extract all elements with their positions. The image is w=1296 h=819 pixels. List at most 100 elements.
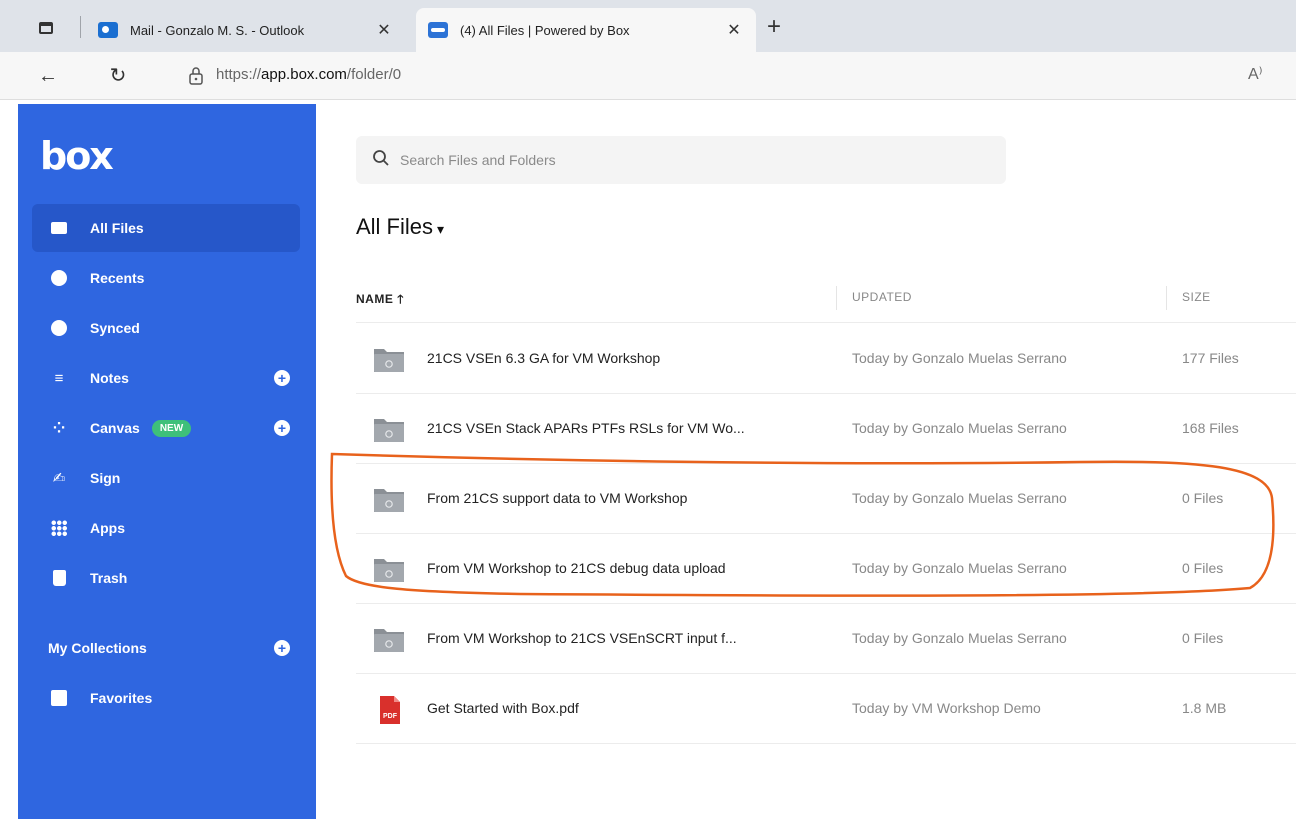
file-size: 0 Files (1182, 560, 1224, 576)
sort-up-arrow-icon: 🡑 (397, 292, 404, 306)
file-name[interactable]: Get Started with Box.pdf (427, 700, 579, 716)
sidebar-item-label: Recents (90, 270, 145, 286)
add-canvas-icon[interactable]: + (274, 420, 290, 436)
sidebar-item-label: All Files (90, 220, 144, 236)
chevron-down-icon: ▾ (437, 221, 445, 237)
sidebar-item-all-files[interactable]: All Files (32, 204, 300, 252)
lock-icon[interactable] (188, 66, 204, 86)
tab-box[interactable]: (4) All Files | Powered by Box ✕ (416, 8, 756, 52)
file-size: 0 Files (1182, 630, 1224, 646)
url-field[interactable]: https://app.box.com/folder/0 (216, 66, 401, 83)
table-row[interactable]: 21CS VSEn 6.3 GA for VM Workshop Today by… (356, 324, 1296, 394)
file-size: 0 Files (1182, 490, 1224, 506)
my-collections-header[interactable]: My Collections + (32, 624, 300, 672)
sidebar-item-favorites[interactable]: Favorites (32, 674, 300, 722)
sidebar-item-label: Synced (90, 320, 140, 336)
column-header-size[interactable]: SIZE (1182, 290, 1211, 304)
file-name[interactable]: 21CS VSEn Stack APARs PTFs RSLs for VM W… (427, 420, 745, 436)
file-updated: Today by Gonzalo Muelas Serrano (852, 560, 1067, 576)
url-domain: app.box.com (261, 66, 347, 83)
new-tab-button[interactable]: + (760, 14, 788, 42)
favorites-icon (50, 689, 68, 707)
back-icon[interactable]: ← (34, 62, 62, 90)
shared-folder-icon (374, 629, 404, 652)
sidebar-item-canvas[interactable]: ⁘ Canvas NEW + (32, 404, 300, 452)
check-circle-icon (50, 319, 68, 337)
tab-label: (4) All Files | Powered by Box (460, 22, 630, 38)
table-row[interactable]: From 21CS support data to VM Workshop Tod… (356, 464, 1296, 534)
my-collections-label: My Collections (48, 640, 147, 656)
file-name[interactable]: 21CS VSEn 6.3 GA for VM Workshop (427, 350, 660, 366)
header-divider (356, 322, 1296, 323)
file-updated: Today by Gonzalo Muelas Serrano (852, 630, 1067, 646)
url-prefix: https:// (216, 66, 262, 83)
sidebar: box All Files Recents Synced ≡ Notes + ⁘… (18, 104, 316, 819)
clock-icon (50, 269, 68, 287)
column-header-name[interactable]: NAME 🡑 (356, 290, 404, 311)
shared-folder-icon (374, 349, 404, 372)
sidebar-item-label: Canvas (90, 420, 140, 436)
add-collection-icon[interactable]: + (274, 640, 290, 656)
notes-icon: ≡ (54, 369, 64, 387)
tab-separator (80, 16, 81, 38)
trash-icon (50, 569, 68, 587)
reload-icon[interactable]: ↻ (104, 62, 132, 90)
sidebar-item-recents[interactable]: Recents (32, 254, 300, 302)
shared-folder-icon (374, 559, 404, 582)
sidebar-item-trash[interactable]: Trash (32, 554, 300, 602)
close-tab-icon[interactable]: ✕ (724, 20, 744, 40)
search-input[interactable] (400, 148, 920, 172)
sidebar-item-synced[interactable]: Synced (32, 304, 300, 352)
signature-icon: ✍ (52, 470, 66, 487)
sidebar-item-label: Sign (90, 470, 121, 486)
file-updated: Today by Gonzalo Muelas Serrano (852, 490, 1067, 506)
folder-icon (50, 219, 68, 237)
tab-actions-button[interactable] (30, 14, 62, 42)
sidebar-item-sign[interactable]: ✍ Sign (32, 454, 300, 502)
sidebar-item-label: Trash (90, 570, 128, 586)
box-logo[interactable]: box (40, 134, 114, 178)
file-updated: Today by Gonzalo Muelas Serrano (852, 350, 1067, 366)
column-name-label: NAME (356, 292, 394, 306)
address-bar: ← ↻ https://app.box.com/folder/0 A⁾ (0, 52, 1296, 100)
pdf-file-icon: PDF (380, 696, 400, 724)
column-header-updated[interactable]: UPDATED (852, 290, 912, 304)
file-name[interactable]: From 21CS support data to VM Workshop (427, 490, 687, 506)
sidebar-item-notes[interactable]: ≡ Notes + (32, 354, 300, 402)
table-row[interactable]: From VM Workshop to 21CS debug data uplo… (356, 534, 1296, 604)
file-updated: Today by VM Workshop Demo (852, 700, 1041, 716)
window-icon (39, 22, 53, 34)
file-name[interactable]: From VM Workshop to 21CS debug data uplo… (427, 560, 726, 576)
column-divider[interactable] (1166, 286, 1167, 310)
new-badge: NEW (151, 419, 192, 437)
url-path: /folder/0 (346, 66, 402, 83)
box-icon (428, 22, 448, 38)
browser-tab-bar: Mail - Gonzalo M. S. - Outlook ✕ (4) All… (0, 0, 1296, 52)
svg-text:PDF: PDF (383, 713, 398, 720)
outlook-icon (98, 22, 118, 38)
file-size: 1.8 MB (1182, 700, 1227, 716)
file-updated: Today by Gonzalo Muelas Serrano (852, 420, 1067, 436)
sidebar-item-apps[interactable]: Apps (32, 504, 300, 552)
page-title[interactable]: All Files ▾ (356, 214, 444, 240)
table-row[interactable]: 21CS VSEn Stack APARs PTFs RSLs for VM W… (356, 394, 1296, 464)
file-name[interactable]: From VM Workshop to 21CS VSEnSCRT input … (427, 630, 737, 646)
page-title-text: All Files (356, 214, 434, 239)
column-divider[interactable] (836, 286, 837, 310)
close-tab-icon[interactable]: ✕ (374, 20, 394, 40)
sidebar-item-label: Apps (90, 520, 125, 536)
sidebar-item-label: Notes (90, 370, 129, 386)
sidebar-item-label: Favorites (90, 690, 153, 706)
tab-label: Mail - Gonzalo M. S. - Outlook (130, 22, 305, 38)
add-note-icon[interactable]: + (274, 370, 290, 386)
table-row[interactable]: From VM Workshop to 21CS VSEnSCRT input … (356, 604, 1296, 674)
shared-folder-icon (374, 489, 404, 512)
tab-outlook[interactable]: Mail - Gonzalo M. S. - Outlook ✕ (86, 8, 406, 52)
grid-icon (50, 519, 68, 537)
read-aloud-icon[interactable]: A⁾ (1248, 64, 1263, 84)
file-size: 168 Files (1182, 420, 1239, 436)
search-bar (356, 136, 1006, 184)
table-row[interactable]: PDF Get Started with Box.pdf Today by VM W… (356, 674, 1296, 744)
file-size: 177 Files (1182, 350, 1239, 366)
shared-folder-icon (374, 419, 404, 442)
